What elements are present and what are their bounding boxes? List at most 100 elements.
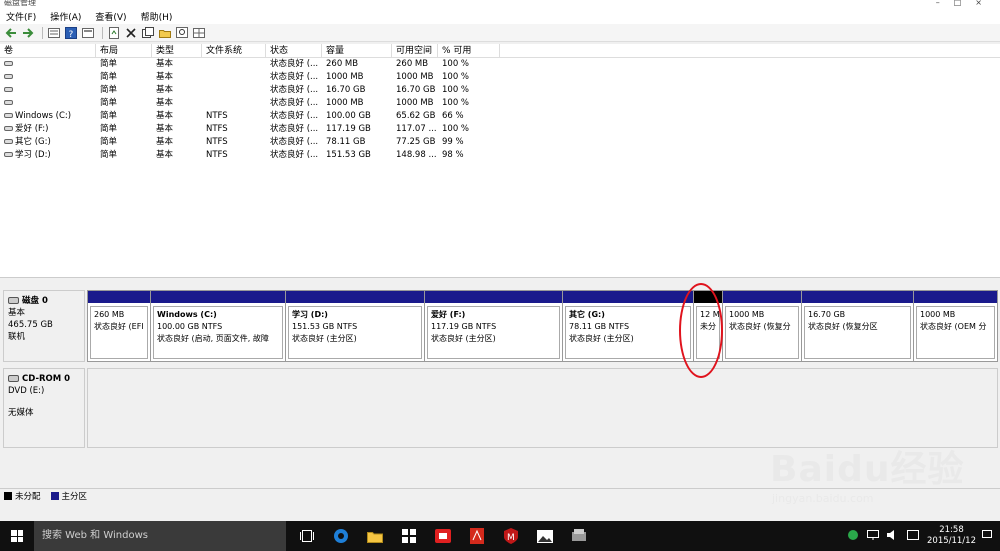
partition-name: 其它 (G:)	[569, 310, 605, 319]
partition-status: 状态良好 (主分区)	[569, 334, 634, 343]
cell-status: 状态良好 (...	[270, 98, 319, 108]
col-volume[interactable]: 卷	[0, 44, 96, 57]
start-button[interactable]	[0, 521, 34, 551]
taskbar-apps: M	[290, 521, 596, 551]
partition-g[interactable]: 其它 (G:) 78.11 GB NTFS 状态良好 (主分区)	[563, 291, 694, 361]
window-controls[interactable]: –□×	[936, 0, 996, 7]
legend-label: 未分配	[15, 491, 41, 502]
cell-filesystem: NTFS	[206, 111, 228, 121]
partition-d[interactable]: 学习 (D:) 151.53 GB NTFS 状态良好 (主分区)	[286, 291, 425, 361]
partition-name: Windows (C:)	[157, 310, 217, 319]
partition-c[interactable]: Windows (C:) 100.00 GB NTFS 状态良好 (启动, 页面…	[151, 291, 286, 361]
clock[interactable]: 21:58 2015/11/12	[927, 525, 976, 547]
partition-status: 状态良好 (主分区)	[292, 334, 357, 343]
app-acrobat-icon[interactable]	[460, 521, 494, 551]
menu-file[interactable]: 文件(F)	[6, 10, 36, 23]
display-icon[interactable]	[867, 529, 879, 543]
cell-filesystem	[202, 71, 266, 84]
partition-status: 状态良好 (恢复分	[729, 322, 791, 331]
cell-percent: 66 %	[442, 111, 464, 121]
table-row[interactable]: 简单 基本 状态良好 (... 1000 MB 1000 MB 100 %	[0, 97, 1000, 110]
menu-view[interactable]: 查看(V)	[95, 10, 126, 23]
notifications-icon[interactable]	[982, 529, 992, 543]
cell-percent: 100 %	[442, 85, 470, 95]
menu-help[interactable]: 帮助(H)	[141, 10, 173, 23]
toolbar-separator	[42, 26, 43, 39]
volume-icon[interactable]	[887, 529, 899, 543]
store-icon[interactable]	[392, 521, 426, 551]
volume-name: 其它 (G:)	[15, 137, 51, 147]
partition-size: 100.00 GB NTFS	[157, 322, 223, 331]
col-layout[interactable]: 布局	[96, 44, 152, 57]
table-row[interactable]: Windows (C:) 简单 基本 NTFS 状态良好 (... 100.00…	[0, 110, 1000, 123]
task-view-icon[interactable]	[290, 521, 324, 551]
list-icon[interactable]	[47, 26, 61, 40]
red-annotation-circle	[679, 283, 723, 378]
cell-capacity: 260 MB	[326, 59, 359, 69]
photos-icon[interactable]	[528, 521, 562, 551]
col-status[interactable]: 状态	[266, 44, 322, 57]
legend-primary: 主分区	[50, 490, 87, 502]
partition-size: 78.11 GB NTFS	[569, 322, 630, 331]
refresh-icon[interactable]	[107, 26, 121, 40]
partition-efi[interactable]: 260 MB 状态良好 (EFI	[88, 291, 151, 361]
partition-status: 状态良好 (EFI	[94, 322, 144, 331]
hard-disk-icon	[8, 297, 19, 304]
mcafee-icon[interactable]: M	[494, 521, 528, 551]
volume-icon	[4, 126, 13, 131]
back-arrow-icon[interactable]	[4, 26, 18, 40]
file-explorer-icon[interactable]	[358, 521, 392, 551]
col-capacity[interactable]: 容量	[322, 44, 392, 57]
partition-f[interactable]: 爱好 (F:) 117.19 GB NTFS 状态良好 (主分区)	[425, 291, 563, 361]
ime-icon[interactable]	[907, 529, 919, 543]
network-icon[interactable]	[847, 529, 859, 544]
disk-manager-icon[interactable]	[562, 521, 596, 551]
partition-oem[interactable]: 1000 MB 状态良好 (OEM 分	[914, 291, 997, 361]
cell-capacity: 151.53 GB	[326, 150, 371, 160]
partition-recovery-1[interactable]: 1000 MB 状态良好 (恢复分	[723, 291, 802, 361]
cell-capacity: 16.70 GB	[326, 85, 366, 95]
legend-swatch-unallocated	[4, 491, 12, 500]
properties-icon[interactable]	[81, 26, 95, 40]
title-bar: 磁盘管理 –□×	[0, 0, 1000, 8]
partition-recovery-2[interactable]: 16.70 GB 状态良好 (恢复分区	[802, 291, 914, 361]
cell-type: 基本	[156, 98, 174, 108]
edge-icon[interactable]	[324, 521, 358, 551]
cell-percent: 98 %	[442, 150, 464, 160]
cdrom-0-area	[87, 368, 998, 448]
partition-status: 状态良好 (恢复分区	[808, 322, 878, 331]
delete-icon[interactable]	[124, 26, 138, 40]
legend-unallocated: 未分配	[4, 490, 41, 502]
windows-logo-icon	[11, 530, 23, 542]
search-icon[interactable]	[175, 26, 189, 40]
partition-bar	[88, 291, 150, 303]
grid-icon[interactable]	[192, 26, 206, 40]
help-icon[interactable]: ?	[64, 26, 78, 40]
cell-capacity: 100.00 GB	[326, 111, 371, 121]
col-type[interactable]: 类型	[152, 44, 202, 57]
menu-bar: 文件(F) 操作(A) 查看(V) 帮助(H)	[0, 8, 1000, 24]
table-row[interactable]: 简单 基本 状态良好 (... 16.70 GB 16.70 GB 100 %	[0, 84, 1000, 97]
cell-capacity: 117.19 GB	[326, 124, 371, 134]
cell-filesystem: NTFS	[206, 124, 228, 134]
taskbar-search[interactable]: 搜索 Web 和 Windows	[34, 521, 286, 551]
table-row[interactable]: 简单 基本 状态良好 (... 1000 MB 1000 MB 100 %	[0, 71, 1000, 84]
open-icon[interactable]	[158, 26, 172, 40]
copy-icon[interactable]	[141, 26, 155, 40]
col-percent-free[interactable]: % 可用	[438, 44, 500, 57]
table-row[interactable]: 爱好 (F:) 简单 基本 NTFS 状态良好 (... 117.19 GB 1…	[0, 123, 1000, 136]
table-row[interactable]: 其它 (G:) 简单 基本 NTFS 状态良好 (... 78.11 GB 77…	[0, 136, 1000, 149]
cdrom-0-label[interactable]: CD-ROM 0 DVD (E:) 无媒体	[3, 368, 85, 448]
table-row[interactable]: 学习 (D:) 简单 基本 NTFS 状态良好 (... 151.53 GB 1…	[0, 149, 1000, 162]
cell-free: 1000 MB	[396, 72, 434, 82]
forward-arrow-icon[interactable]	[21, 26, 35, 40]
table-row[interactable]: 简单 基本 状态良好 (... 260 MB 260 MB 100 %	[0, 58, 1000, 71]
col-filesystem[interactable]: 文件系统	[202, 44, 266, 57]
partition-name: 爱好 (F:)	[431, 310, 466, 319]
app-red-icon[interactable]	[426, 521, 460, 551]
col-free-space[interactable]: 可用空间	[392, 44, 438, 57]
cell-status: 状态良好 (...	[270, 85, 319, 95]
cell-free: 148.98 ...	[396, 150, 437, 160]
menu-action[interactable]: 操作(A)	[50, 10, 81, 23]
disk-0-label[interactable]: 磁盘 0 基本 465.75 GB 联机	[3, 290, 85, 362]
